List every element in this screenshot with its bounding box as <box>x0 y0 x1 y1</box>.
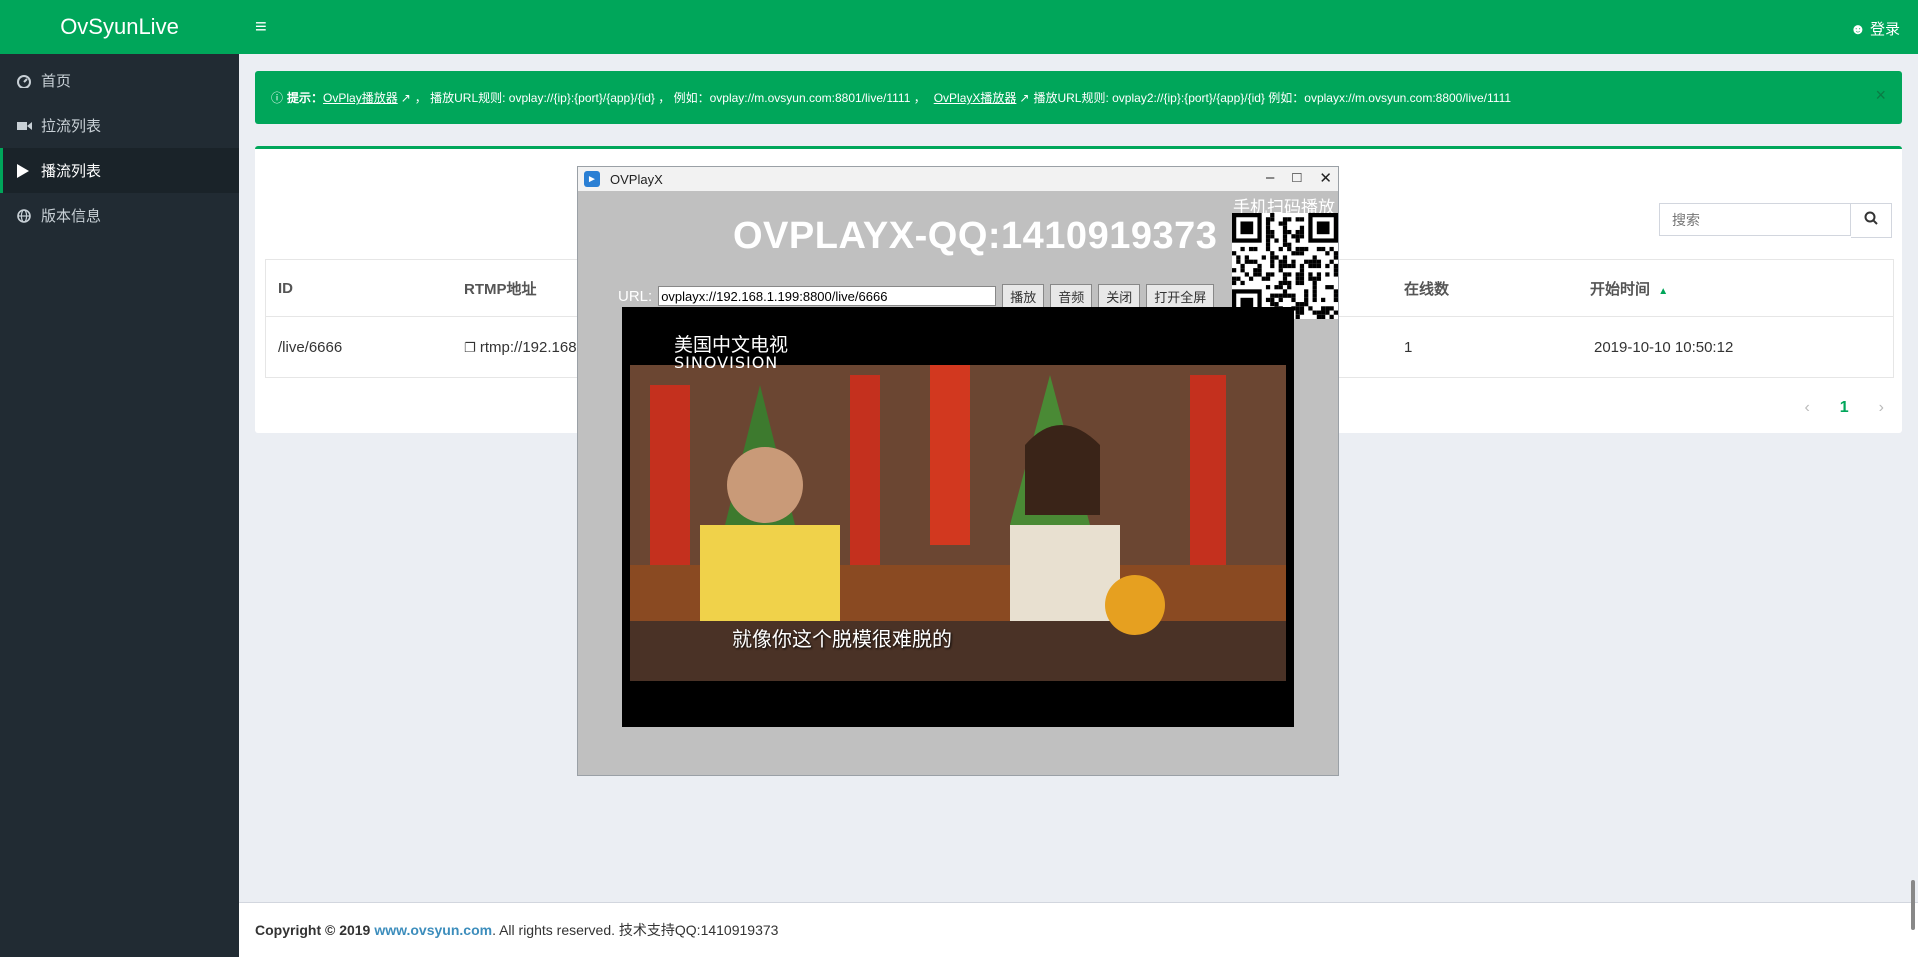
external-link-icon: ↗ <box>1019 90 1030 105</box>
user-icon: ☻ <box>1850 21 1866 38</box>
window-title: OVPlayX <box>610 171 663 187</box>
alert-prefix: 提示： <box>287 91 324 105</box>
prev-page-button[interactable]: ‹ <box>1804 399 1809 417</box>
sidebar: OvSyunLive 首页 拉流列表 播流列表 版本信息 <box>0 0 239 957</box>
menu-toggle-icon[interactable]: ≡ <box>255 16 267 39</box>
maximize-icon[interactable]: □ <box>1292 169 1301 187</box>
copyright-text: Copyright © 2019 <box>255 922 371 938</box>
globe-icon <box>17 208 41 223</box>
dashboard-icon <box>17 74 41 88</box>
channel-logo: 美国中文电视 SINOVISION <box>674 334 789 372</box>
sort-icon[interactable]: ▲ <box>1658 286 1668 297</box>
search-button[interactable] <box>1851 203 1892 238</box>
app-logo[interactable]: OvSyunLive <box>0 0 239 54</box>
sidebar-item-label: 版本信息 <box>41 208 102 225</box>
sidebar-item-label: 首页 <box>41 73 72 90</box>
external-link-icon: ↗ <box>400 90 411 105</box>
alert-text-2: 播放URL规则: ovplay2://{ip}:{port}/{app}/{id… <box>1033 91 1512 105</box>
sidebar-item-label: 拉流列表 <box>41 118 102 135</box>
col-start-time[interactable]: 开始时间 ▲ <box>1578 278 1878 299</box>
footer-rest: . All rights reserved. 技术支持QQ:1410919373 <box>492 922 779 938</box>
qr-code <box>1232 213 1338 319</box>
close-button[interactable]: 关闭 <box>1098 284 1141 308</box>
audio-button[interactable]: 音频 <box>1050 284 1093 308</box>
footer: Copyright © 2019 www.ovsyun.com . All ri… <box>239 902 1918 957</box>
url-row: URL: 播放 音频 关闭 打开全屏 <box>618 284 1215 308</box>
ovplayx-link[interactable]: OvPlayX播放器 <box>934 89 1017 106</box>
play-button[interactable]: 播放 <box>1002 284 1045 308</box>
sidebar-item-version[interactable]: 版本信息 <box>0 193 239 238</box>
search-icon <box>1864 211 1878 230</box>
col-id: ID <box>278 279 293 297</box>
page-1-button[interactable]: 1 <box>1840 399 1849 417</box>
copy-icon[interactable]: ❐ <box>464 340 476 355</box>
video-area[interactable]: 美国中文电视 SINOVISION 就像你这个脱模很难脱的 <box>622 307 1294 727</box>
top-navbar: ≡ ☻ 登录 <box>239 0 1918 54</box>
ovplay-link[interactable]: OvPlay播放器 <box>323 89 398 106</box>
close-icon[interactable]: × <box>1875 85 1886 106</box>
window-titlebar[interactable]: ► OVPlayX – □ ✕ <box>578 167 1338 191</box>
login-link[interactable]: ☻ 登录 <box>1850 18 1900 39</box>
search-box <box>1659 203 1892 238</box>
url-input[interactable] <box>658 286 997 306</box>
player-title: OVPLAYX-QQ:1410919373 <box>733 215 1218 257</box>
video-subtitle: 就像你这个脱模很难脱的 <box>732 627 952 651</box>
sidebar-item-pull-list[interactable]: 拉流列表 <box>0 103 239 148</box>
play-icon <box>17 163 41 178</box>
page-scrollbar[interactable] <box>1908 880 1918 930</box>
site-link[interactable]: www.ovsyun.com <box>374 922 492 938</box>
cell-start-time: 2019-10-10 10:50:12 <box>1594 338 1734 356</box>
video-frame <box>630 365 1286 681</box>
sidebar-item-label: 播流列表 <box>41 163 102 180</box>
url-label: URL: <box>618 287 653 305</box>
video-camera-icon <box>17 120 41 132</box>
fullscreen-button[interactable]: 打开全屏 <box>1146 284 1215 308</box>
close-icon[interactable]: ✕ <box>1319 169 1332 187</box>
minimize-icon[interactable]: – <box>1266 169 1274 187</box>
pagination: ‹ 1 › <box>1804 399 1884 417</box>
info-alert: ⓘ 提示： OvPlay播放器 ↗ ， 播放URL规则: ovplay://{i… <box>255 71 1902 124</box>
info-icon: ⓘ <box>271 91 284 105</box>
alert-text-1: ， 播放URL规则: ovplay://{ip}:{port}/{app}/{i… <box>414 91 926 105</box>
cell-id: /live/6666 <box>278 338 343 356</box>
sidebar-item-push-list[interactable]: 播流列表 <box>0 148 239 193</box>
ovplayx-window: ► OVPlayX – □ ✕ OVPLAYX-QQ:1410919373 手机… <box>577 166 1339 776</box>
search-input[interactable] <box>1659 203 1851 236</box>
col-online: 在线数 <box>1404 280 1450 298</box>
app-icon: ► <box>584 171 600 187</box>
cell-online: 1 <box>1404 338 1413 356</box>
sidebar-item-home[interactable]: 首页 <box>0 58 239 103</box>
next-page-button[interactable]: › <box>1879 399 1884 417</box>
